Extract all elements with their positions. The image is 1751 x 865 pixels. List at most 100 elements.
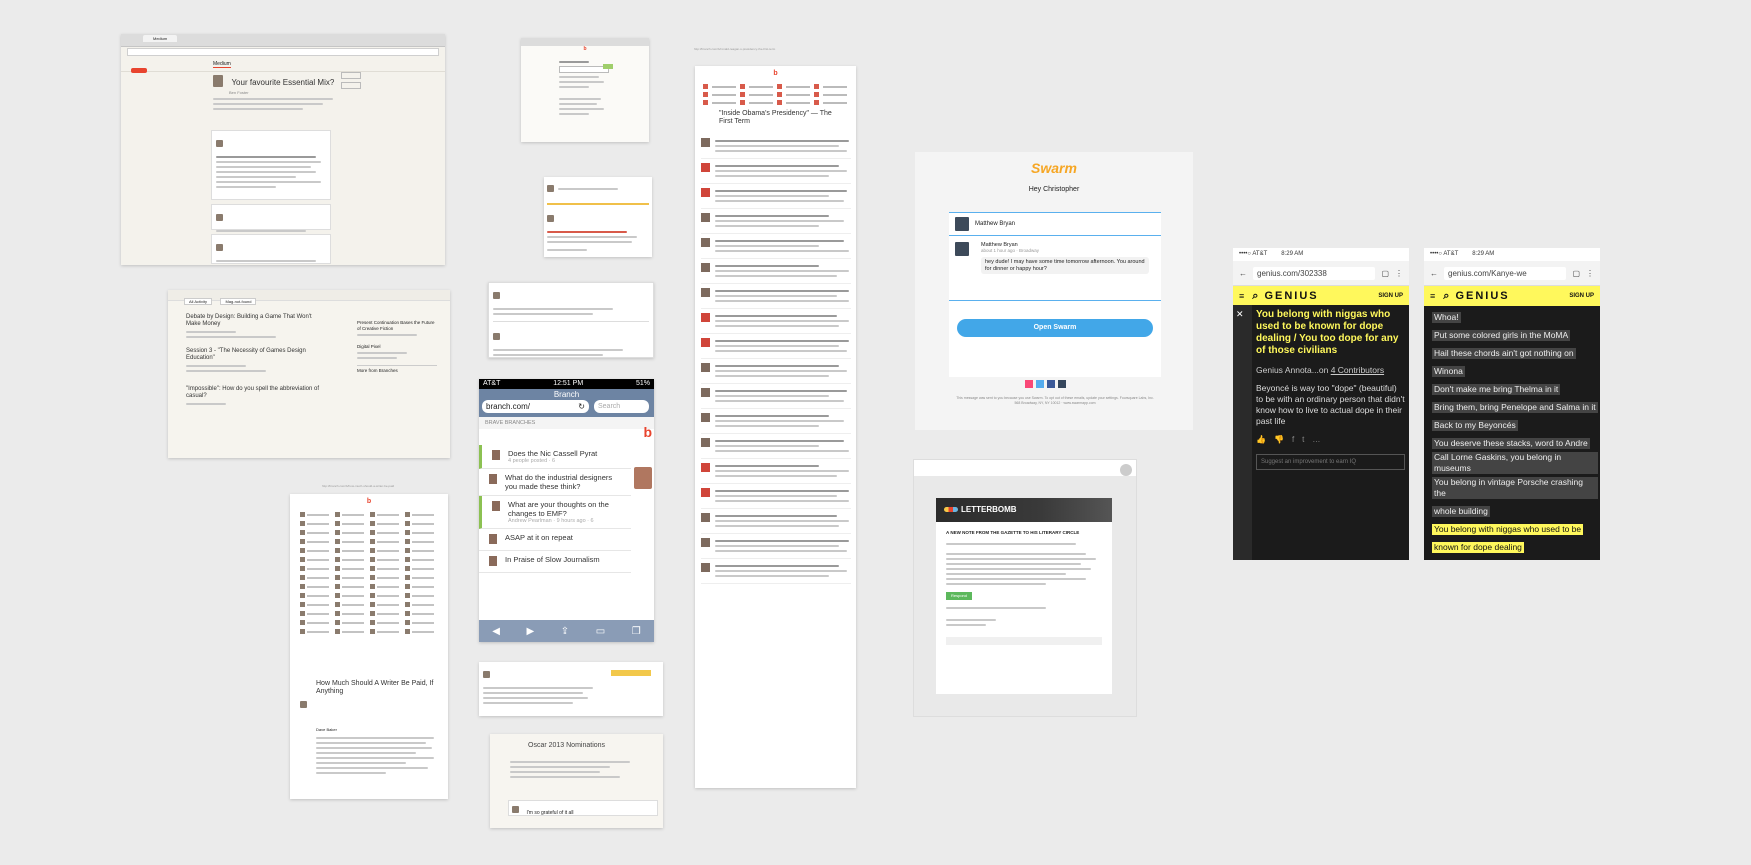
twitter-icon[interactable] (1036, 380, 1044, 388)
lyric-line[interactable]: Hail these chords ain't got nothing on (1432, 348, 1576, 359)
comment[interactable] (701, 459, 851, 484)
search-icon[interactable]: ⌕ (1252, 290, 1260, 303)
comment[interactable] (701, 509, 851, 534)
back-icon[interactable]: ◀ (492, 626, 500, 637)
input-field[interactable] (559, 66, 609, 73)
genius-phone-lyrics[interactable]: ••••○ AT&T 8:29 AM ← genius.com/Kanye-we … (1424, 248, 1600, 560)
lyric-line[interactable]: Bring them, bring Penelope and Salma in … (1432, 402, 1598, 413)
comment[interactable] (701, 234, 851, 259)
tabs-icon[interactable]: ▢ (1572, 269, 1580, 278)
swarm-email-card[interactable]: Swarm Hey Christopher Matthew Bryan Matt… (915, 152, 1193, 430)
branch-title[interactable]: Oscar 2013 Nominations (528, 742, 605, 749)
more-icon[interactable]: … (1312, 435, 1320, 444)
reload-icon[interactable]: ↻ (578, 400, 585, 413)
side-item[interactable]: Digital Pixel (357, 344, 437, 349)
comment[interactable] (701, 309, 851, 334)
post-title[interactable]: Session 3 - "The Necessity of Games Desi… (186, 348, 321, 362)
collections-card[interactable]: All Activity Mag-not-found Debate by Des… (168, 290, 450, 458)
comment[interactable] (701, 409, 851, 434)
lyric-line[interactable]: Whoa! (1432, 312, 1461, 323)
thread-row[interactable]: What are your thoughts on the changes to… (479, 496, 631, 529)
small-browser-card[interactable]: b (521, 38, 649, 142)
tumblr-icon[interactable] (1058, 380, 1066, 388)
address-bar[interactable] (127, 48, 439, 56)
url-field[interactable]: branch.com/↻ (482, 400, 589, 413)
genius-phone-annotation[interactable]: ••••○ AT&T 8:29 AM ← genius.com/302338 ▢ ⋮… (1233, 248, 1409, 560)
lyric-line[interactable]: Put some colored girls in the MoMA (1432, 330, 1571, 341)
comment[interactable] (701, 384, 851, 409)
lyric-line[interactable]: Back to my Beyoncés (1432, 420, 1518, 431)
post-card[interactable] (211, 130, 331, 200)
signup-link[interactable]: SIGN UP (1378, 293, 1403, 299)
comment-card[interactable] (479, 662, 663, 716)
comment[interactable] (701, 259, 851, 284)
follow-button[interactable] (341, 72, 361, 79)
lyric-line[interactable]: whole building (1432, 506, 1490, 517)
lyric-line[interactable]: You belong in vintage Porsche crashing t… (1432, 477, 1598, 499)
more-link[interactable]: More from Branches (357, 365, 437, 373)
comment[interactable] (701, 134, 851, 159)
oscar-card[interactable]: Oscar 2013 Nominations I'm so grateful o… (490, 734, 663, 828)
green-button[interactable] (603, 64, 613, 69)
notification-card[interactable] (544, 177, 652, 257)
facebook-icon[interactable] (1047, 380, 1055, 388)
share-button[interactable] (341, 82, 361, 89)
comment[interactable] (701, 359, 851, 384)
post-title[interactable]: Debate by Design: Building a Game That W… (186, 314, 321, 328)
comment[interactable] (701, 559, 851, 584)
follow-button[interactable] (611, 670, 651, 676)
hamburger-icon[interactable]: ≡ (1239, 291, 1246, 301)
tab-all-activity[interactable]: All Activity (184, 298, 213, 305)
comment[interactable] (701, 159, 851, 184)
url-field[interactable]: genius.com/302338 (1253, 266, 1376, 280)
annotation-close-icon[interactable]: ✕ (1236, 309, 1244, 320)
facebook-icon[interactable]: f (1292, 435, 1294, 444)
branch-list-card[interactable]: b How Much Should A Writer Be Paid, If A… (290, 494, 448, 799)
comment[interactable] (701, 334, 851, 359)
upvote-icon[interactable]: 👍 (1256, 435, 1266, 444)
letterbomb-email-card[interactable]: LETTERBOMB A NEW NOTE FROM THE GAZETTE T… (913, 459, 1137, 717)
back-arrow-icon[interactable]: ← (1430, 269, 1438, 278)
close-icon[interactable] (1120, 464, 1132, 476)
iphone-screen[interactable]: AT&T 12:51 PM 51% Branch branch.com/↻ Sear… (479, 379, 654, 642)
foursquare-icon[interactable] (1025, 380, 1033, 388)
search-field[interactable]: Search (594, 400, 649, 413)
post-title[interactable]: How Much Should A Writer Be Paid, If Any… (316, 680, 436, 696)
respond-button[interactable]: Respond (946, 591, 972, 600)
side-item[interactable]: Present Continuation Bases the Future of… (357, 320, 437, 331)
thread-row[interactable]: Does the Nic Cassell Pyrat 4 people poste… (479, 445, 631, 469)
post-card[interactable] (211, 234, 331, 264)
nav-tab[interactable]: Medium (213, 61, 231, 68)
thread-row[interactable]: In Praise of Slow Journalism (479, 551, 631, 573)
browser-tab[interactable]: Medium (143, 35, 178, 42)
hamburger-icon[interactable]: ≡ (1430, 291, 1437, 301)
comment[interactable] (701, 534, 851, 559)
share-icon[interactable]: ⇪ (561, 626, 569, 637)
thread-row[interactable]: ASAP at it on repeat (479, 529, 631, 551)
tab-mag[interactable]: Mag-not-found (220, 298, 257, 305)
contributors-link[interactable]: 4 Contributors (1331, 365, 1384, 375)
open-swarm-button[interactable]: Open Swarm (957, 319, 1153, 337)
lyric-line[interactable]: known for dope dealing (1432, 542, 1524, 553)
lyric-line[interactable]: You deserve these stacks, word to Andre (1432, 438, 1590, 449)
tabs-icon[interactable]: ▢ (1381, 269, 1389, 278)
forward-icon[interactable]: ▶ (527, 626, 535, 637)
tabs-icon[interactable]: ❐ (632, 626, 641, 637)
suggest-input[interactable]: Suggest an improvement to earn IQ (1256, 454, 1405, 470)
thread-row[interactable]: What do the industrial designers you mad… (479, 469, 631, 496)
comment[interactable] (701, 209, 851, 234)
reply-row[interactable]: I'm so grateful of it all (508, 800, 658, 816)
comment[interactable] (701, 284, 851, 309)
comment[interactable] (701, 484, 851, 509)
lyric-line[interactable]: You belong with niggas who used to be (1432, 524, 1584, 535)
search-icon[interactable]: ⌕ (1443, 290, 1451, 303)
friend-row[interactable]: Matthew Bryan (949, 213, 1161, 236)
back-arrow-icon[interactable]: ← (1239, 269, 1247, 278)
post-title[interactable]: "Impossible": How do you spell the abbre… (186, 386, 321, 400)
signup-link[interactable]: SIGN UP (1569, 293, 1594, 299)
lyric-line[interactable]: Call Lorne Gaskins, you belong in museum… (1432, 452, 1598, 474)
comment[interactable] (701, 184, 851, 209)
bookmarks-icon[interactable]: ▭ (596, 626, 605, 637)
browser-window-card[interactable]: Medium Medium Your favourite Essential M… (121, 34, 445, 265)
twitter-icon[interactable]: t (1302, 435, 1304, 444)
